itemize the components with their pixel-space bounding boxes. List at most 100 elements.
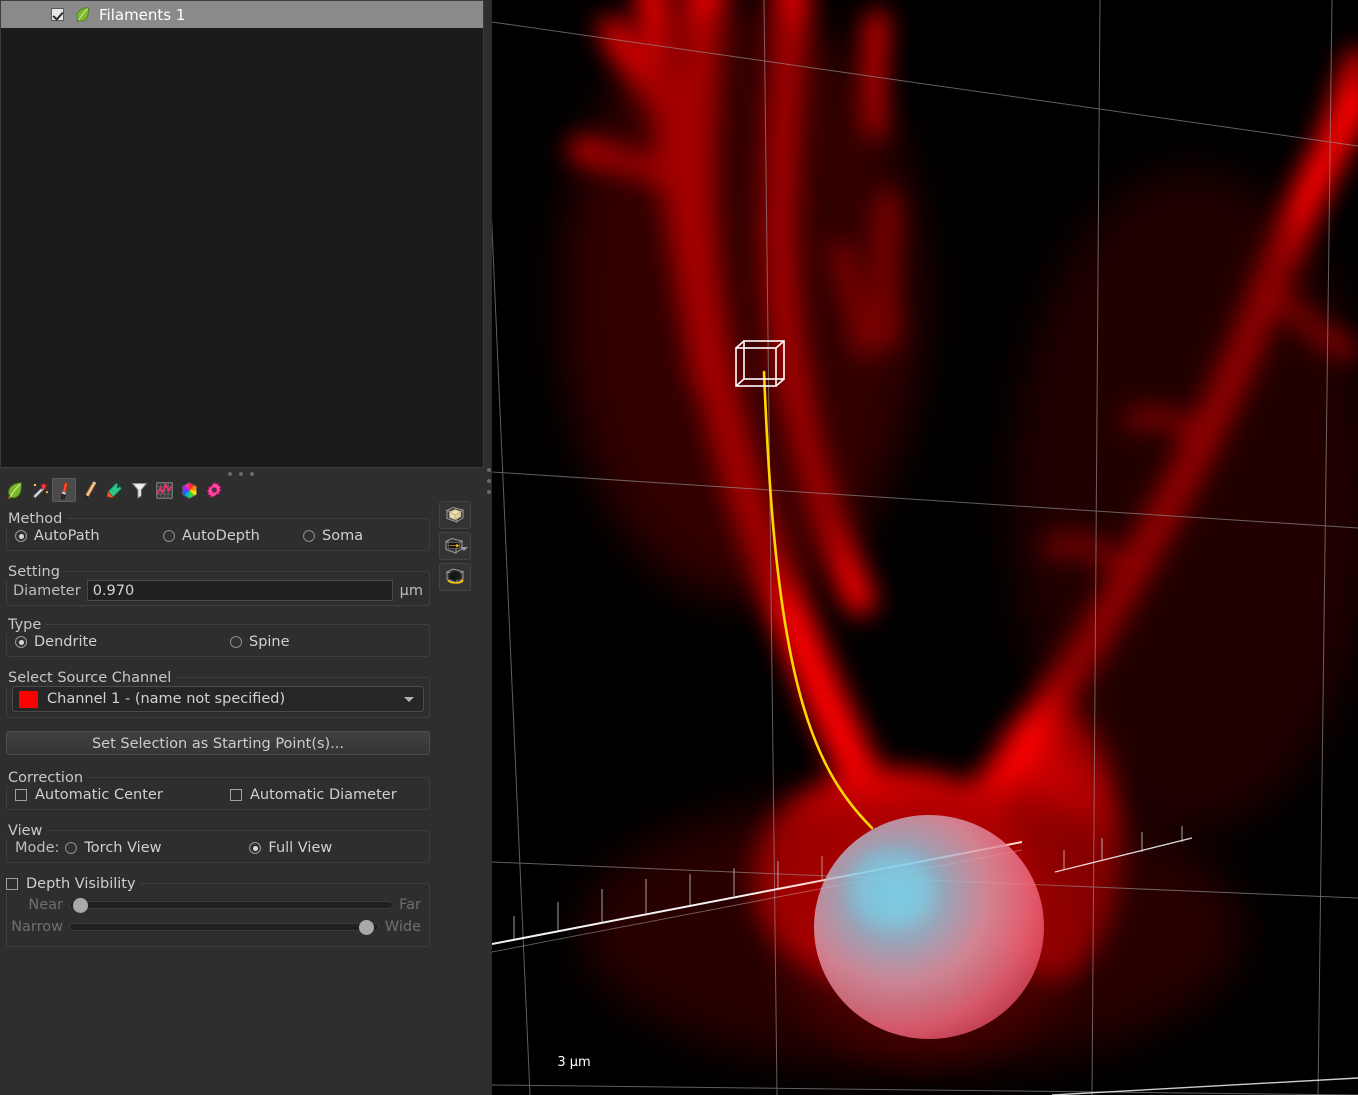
slider-min-label: Narrow [11,919,63,935]
method-group-title: Method [6,511,68,527]
slider-max-label: Wide [384,919,421,935]
channel-color-swatch [19,690,38,708]
grip-dot [228,472,232,476]
type-group-title: Type [6,617,47,633]
radio-label: Torch View [84,840,162,856]
diameter-row: Diameter µm [13,580,423,601]
slider-handle[interactable] [359,920,375,935]
object-visibility-checkbox[interactable] [51,8,64,21]
tool-button-paintbrush[interactable] [52,478,76,502]
diameter-label: Diameter [13,582,81,599]
tool-button-gear[interactable] [202,478,226,502]
vertical-splitter-handle[interactable] [486,468,491,494]
list-item[interactable]: Filaments 1 [1,1,483,28]
color-wheel-icon [181,481,197,499]
tool-button-chart[interactable] [152,478,176,502]
magic-wand-icon [32,481,48,498]
view-direction-icon [444,537,464,554]
radio-autopath[interactable]: AutoPath [15,528,163,544]
radio-indicator [15,636,27,648]
checkbox-depth-visibility[interactable]: Depth Visibility [6,876,136,892]
checkbox-automatic-diameter[interactable]: Automatic Diameter [230,787,397,803]
correction-group-title: Correction [6,770,89,786]
object-list[interactable]: Filaments 1 [0,0,484,468]
checkbox-indicator [230,789,242,801]
radio-label: Spine [249,634,290,650]
frame-selection-icon [445,506,465,523]
radio-dendrite[interactable]: Dendrite [15,634,230,650]
slider-handle[interactable] [73,898,89,913]
tool-button-pencil[interactable] [77,478,101,502]
filament-settings-form: Method AutoPath AutoDepth Soma Setting D… [0,508,436,957]
funnel-icon [130,482,148,499]
view-group: View Mode: Torch View Full View [6,820,430,863]
source-channel-value: Channel 1 - (name not specified) [47,691,286,707]
checkbox-label: Automatic Center [35,787,163,803]
chevron-down-icon[interactable] [460,547,468,551]
near-far-slider[interactable] [69,898,394,913]
grip-dot [486,490,491,494]
imaris-filament-editor-window: Filaments 1 Method AutoPath AutoDepth So… [0,0,1358,1095]
scale-bar: 3 µm [512,1055,636,1073]
source-channel-dropdown[interactable]: Channel 1 - (name not specified) [12,686,424,712]
narrow-wide-slider-row: Narrow Wide [7,916,421,938]
rotate-view-button[interactable] [439,563,471,591]
tool-button-magic-wand[interactable] [27,478,51,502]
scale-bar-label: 3 µm [557,1055,591,1070]
diameter-input[interactable] [86,580,393,601]
type-group: Type Dendrite Spine [6,614,430,657]
diameter-unit: µm [399,582,423,599]
slider-max-label: Far [399,897,421,913]
grip-dot [250,472,254,476]
set-selection-as-starting-points-button[interactable]: Set Selection as Starting Point(s)... [6,731,430,755]
depth-visibility-group: Depth Visibility Near Far Narrow Wide [6,873,430,947]
tool-button-color-wheel[interactable] [177,478,201,502]
radio-label: Full View [268,840,333,856]
gear-icon [205,481,222,498]
radio-soma[interactable]: Soma [303,528,363,544]
leaf-icon [76,7,89,23]
chevron-down-icon [404,696,414,702]
tool-button-funnel[interactable] [127,478,151,502]
tool-button-tag[interactable] [102,478,126,502]
tag-icon [106,482,122,498]
radio-full-view[interactable]: Full View [249,840,332,856]
tool-button-leaf[interactable] [2,478,26,502]
checkbox-indicator [15,789,27,801]
source-channel-group-title: Select Source Channel [6,670,177,686]
soma-sphere[interactable] [752,765,1102,1085]
checkbox-automatic-center[interactable]: Automatic Center [15,787,230,803]
view-direction-button[interactable] [439,532,471,560]
grip-dot [239,472,243,476]
horizontal-splitter-handle[interactable] [228,471,254,477]
left-panel: Filaments 1 Method AutoPath AutoDepth So… [0,0,491,1095]
radio-indicator [303,530,315,542]
frame-selection-button[interactable] [439,501,471,529]
viewport-tool-buttons [439,501,471,594]
near-far-slider-row: Near Far [7,894,421,916]
radio-indicator [15,530,27,542]
narrow-wide-slider[interactable] [69,920,379,935]
rotate-view-icon [445,568,465,584]
checkbox-label: Depth Visibility [26,876,136,892]
radio-indicator [163,530,175,542]
radio-autodepth[interactable]: AutoDepth [163,528,303,544]
view-group-title: View [6,823,48,839]
correction-group: Correction Automatic Center Automatic Di… [6,767,430,810]
leaf-icon [6,481,22,499]
pencil-icon [83,480,96,499]
mode-label: Mode: [15,840,60,856]
radio-torch-view[interactable]: Torch View [65,840,249,856]
list-item-label: Filaments 1 [99,5,186,24]
radio-spine[interactable]: Spine [230,634,290,650]
radio-indicator [65,842,78,854]
3d-viewport[interactable]: 3 µm [492,0,1358,1095]
radio-label: Soma [322,528,364,544]
radio-indicator [230,636,242,648]
mode-toolbar [2,478,226,502]
radio-label: AutoDepth [182,528,260,544]
slider-min-label: Near [28,897,63,913]
checkbox-indicator [6,878,18,890]
grip-dot [486,479,491,483]
source-channel-group: Select Source Channel Channel 1 - (name … [6,667,430,718]
